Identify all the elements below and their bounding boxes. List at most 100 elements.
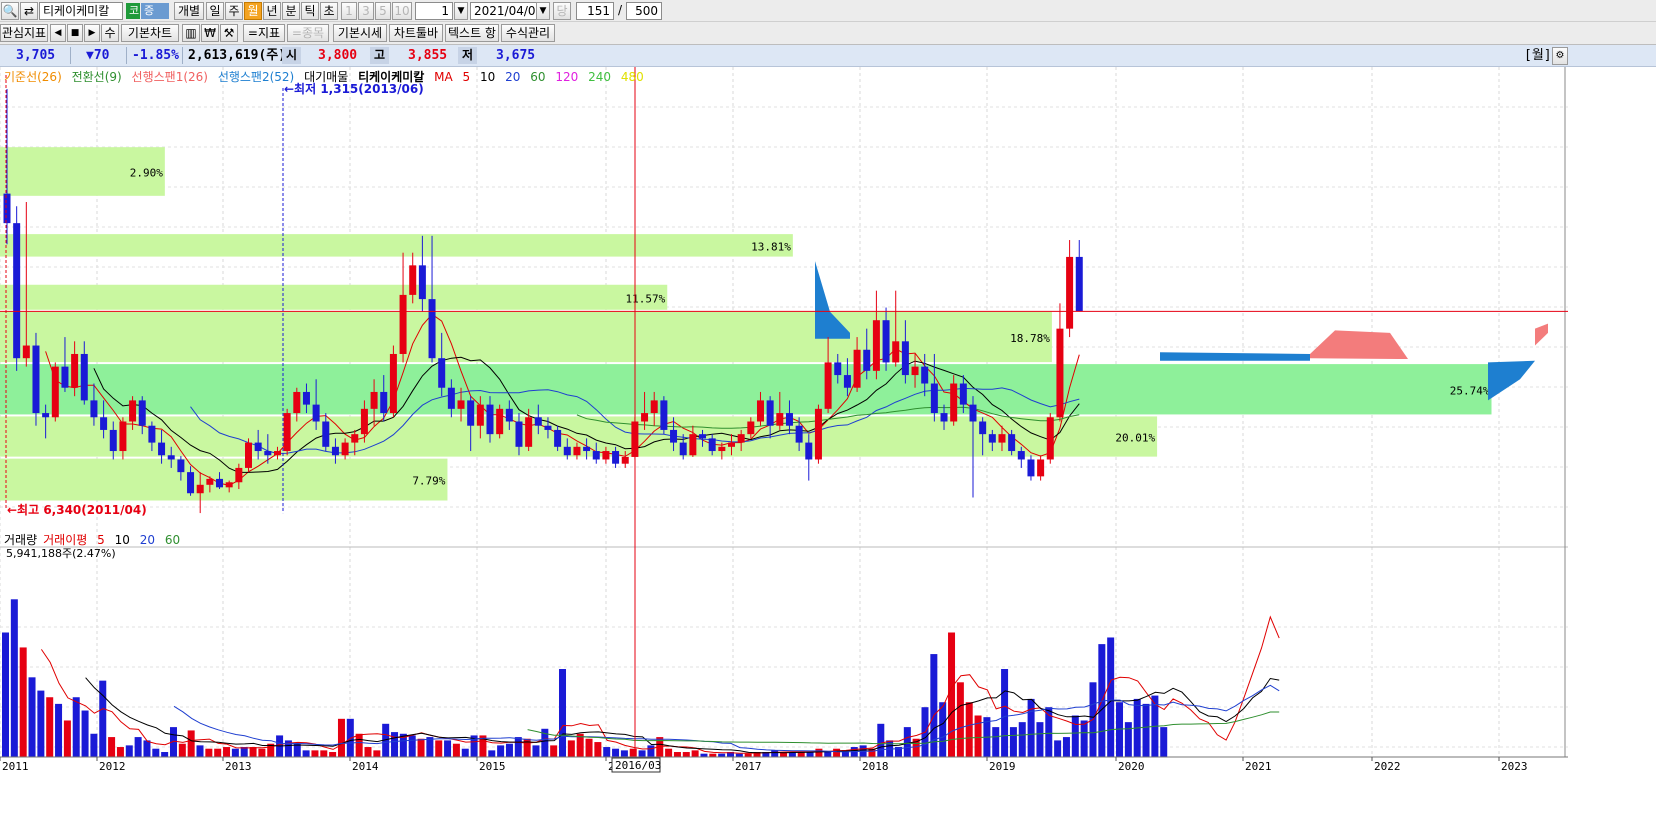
stop-icon[interactable]: ■ [67,24,83,42]
period-week-button[interactable]: 주 [225,2,243,20]
interval-1-button[interactable]: 1 [341,2,357,20]
volume-bar [143,740,151,757]
item-button[interactable]: =종목 [287,24,329,42]
interval-10-button[interactable]: 10 [392,2,412,20]
count-current-input[interactable]: 151 [576,2,614,20]
candle-body [882,320,890,363]
x-tick-label: 2014 [352,760,379,773]
period-year-button[interactable]: 년 [263,2,281,20]
text-item-button[interactable]: 텍스트 항 [445,24,499,42]
volume-bar [19,647,27,757]
same-button[interactable]: 당 [553,2,571,20]
candle-body [351,434,359,443]
volume-bar [974,715,982,757]
formula-manage-button[interactable]: 수식관리 [501,24,555,42]
candle-body [380,391,388,414]
candle-body [196,484,204,494]
volume-bar [10,599,18,757]
volume-profile-band [0,284,668,310]
search-icon[interactable]: 🔍 [1,2,19,20]
candle-body [814,408,822,460]
trade-volume: 2,613,619(주) [188,48,287,63]
chevron-down-icon[interactable]: ▼ [454,2,468,20]
candle-body [312,404,320,422]
interval-value-input[interactable]: 1 [415,2,453,20]
volume-bar [205,748,213,757]
candle-body [988,434,996,443]
tool-icon[interactable]: ⚒ [220,24,238,42]
period-month-button[interactable]: 월 [244,2,262,20]
candle-body [216,478,224,488]
candle-body [998,434,1006,443]
stock-name-input[interactable]: 티케이케미칼 [39,2,123,20]
interval-5-button[interactable]: 5 [375,2,391,20]
candle-icon[interactable]: ▥ [182,24,200,42]
candle-body [148,425,156,443]
volume-bar [771,750,779,757]
volume-bar [1001,669,1009,757]
volume-bar [1027,698,1035,757]
won-icon[interactable]: ₩ [201,24,219,42]
volume-bar [55,703,63,757]
volume-profile-label: 13.81% [751,240,791,253]
x-tick-label: 2011 [2,760,29,773]
candle-body [42,413,50,418]
period-second-button[interactable]: 초 [320,2,338,20]
candle-body [13,223,21,359]
settings-icon[interactable]: ⚙ [1552,47,1568,65]
candle-body [90,400,98,418]
current-price: 3,705 [16,48,56,63]
volume-ma-period: 20 [139,533,155,547]
volume-bar [152,748,160,757]
count-total-input[interactable]: 500 [626,2,662,20]
low-price: 3,675 [496,48,536,63]
candle-body [766,400,774,426]
candle-body [177,459,185,473]
interest-indicator-button[interactable]: 관심지표 [0,24,48,42]
candle-body [718,446,726,452]
volume-bar [1142,703,1150,757]
candle-body [592,451,600,460]
x-tick-label: 2022 [1374,760,1401,773]
volume-bar [373,750,381,757]
volume-bar [63,720,71,757]
volume-bar [293,743,301,757]
period-minute-button[interactable]: 분 [282,2,300,20]
legend-item: 선행스팬1(26) [131,70,208,84]
period-tag: [월] [1524,48,1552,63]
candle-body [322,421,330,447]
period-day-button[interactable]: 일 [206,2,224,20]
low-label: 저 [458,47,478,64]
interval-3-button[interactable]: 3 [358,2,374,20]
volume-profile-label: 18.78% [1010,332,1050,345]
scroll-right-icon[interactable]: ▶ [84,24,100,42]
volume-bar [337,718,345,757]
candle-body [225,482,233,488]
basic-quote-button[interactable]: 기본시세 [333,24,387,42]
volume-bar [231,748,239,757]
revision-icon[interactable]: 수 [101,24,119,42]
individual-button[interactable]: 개별 [174,2,204,20]
legend-item: MA [434,70,453,84]
chart-toolbar-button[interactable]: 차트툴바 [389,24,443,42]
scroll-left-icon[interactable]: ◀ [50,24,66,42]
date-dropdown-icon[interactable]: ▼ [536,2,550,20]
candle-body [283,413,291,452]
candle-body [167,455,175,460]
legend-item: 티케이케미칼 [358,70,425,84]
volume-bar [408,735,416,757]
legend-ma: 60 [530,70,546,84]
volume-bar [956,682,964,757]
candle-body [341,442,349,456]
volume-bar [258,748,266,757]
period-tick-button[interactable]: 틱 [301,2,319,20]
volume-bar [426,737,434,757]
stock-chart[interactable]: 2.90% 13.81% 11.57% 18.78% 25.74% 20.01% 7.79%… [0,67,1568,816]
refresh-icon[interactable]: ⇄ [20,2,38,20]
high-annotation: ←최고 6,340(2011/04) [7,502,147,517]
volume-bar [1018,722,1026,757]
basic-chart-button[interactable]: 기본차트 [121,24,179,42]
volume-bar [1124,722,1132,757]
indicator-button[interactable]: =지표 [243,24,285,42]
ichimoku-cloud-area [1535,323,1548,346]
